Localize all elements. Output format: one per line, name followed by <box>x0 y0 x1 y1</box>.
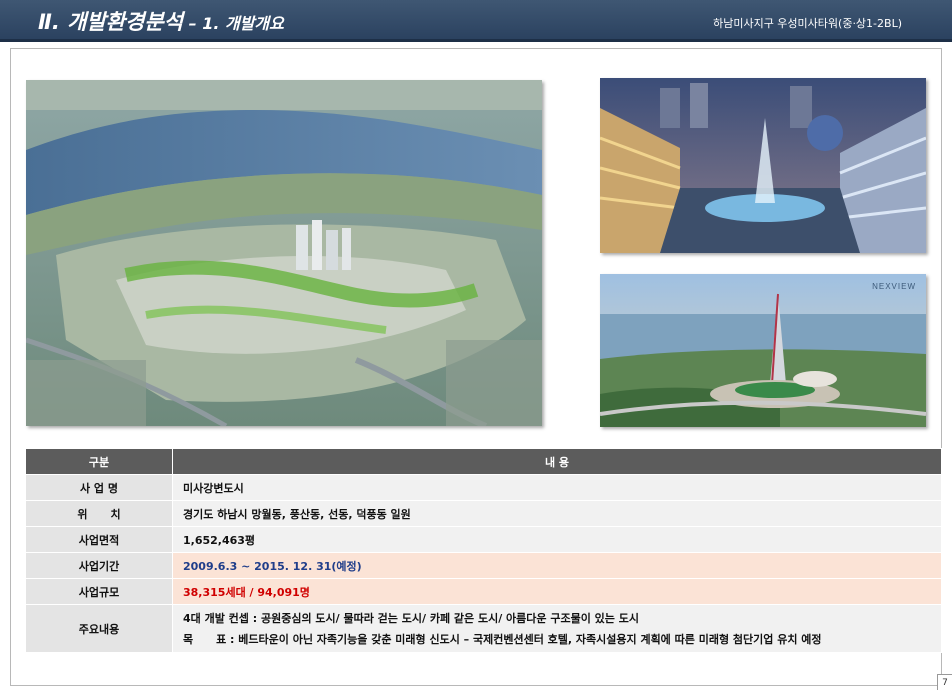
nexview-logo: NEXVIEW <box>872 282 916 291</box>
header-content: 내 용 <box>172 448 942 475</box>
row-label: 사 업 명 <box>25 474 173 501</box>
row-label: 사업규모 <box>25 578 173 605</box>
section-subtitle: – 1. 개발개요 <box>183 14 284 33</box>
content-line: 목 표 : 베드타운이 아닌 자족기능을 갖춘 미래형 신도시 – 국제컨벤션센… <box>183 632 822 646</box>
development-overview-table: 구분 내 용 사 업 명 미사강변도시 위 치 경기도 하남시 망월동, 풍산동… <box>25 448 942 653</box>
table-row: 사업규모 38,315세대 / 94,091명 <box>25 578 942 605</box>
page-number: 7 <box>937 674 952 690</box>
row-value: 1,652,463평 <box>172 526 942 553</box>
site-name: 하남미사지구 우성미사타워(중·상1-2BL) <box>713 17 902 30</box>
row-label: 사업면적 <box>25 526 173 553</box>
page-header: Ⅱ. 개발환경분석 – 1. 개발개요 하남미사지구 우성미사타워(중·상1-2… <box>0 0 952 42</box>
table-header-row: 구분 내 용 <box>25 448 942 475</box>
row-value: 경기도 하남시 망월동, 풍산동, 선동, 덕풍동 일원 <box>172 500 942 527</box>
tower-rendering-image: NEXVIEW <box>600 274 926 427</box>
section-title: Ⅱ. 개발환경분석 <box>38 10 184 34</box>
plaza-rendering-image <box>600 78 926 253</box>
aerial-city-image <box>26 80 542 426</box>
content-line: 4대 개발 컨셉 : 공원중심의 도시/ 물따라 걷는 도시/ 카페 같은 도시… <box>183 611 639 625</box>
row-label: 위 치 <box>25 500 173 527</box>
table-row: 주요내용 4대 개발 컨셉 : 공원중심의 도시/ 물따라 걷는 도시/ 카페 … <box>25 604 942 653</box>
row-value: 4대 개발 컨셉 : 공원중심의 도시/ 물따라 걷는 도시/ 카페 같은 도시… <box>172 604 942 653</box>
table-row: 사업면적 1,652,463평 <box>25 526 942 553</box>
table-row: 위 치 경기도 하남시 망월동, 풍산동, 선동, 덕풍동 일원 <box>25 500 942 527</box>
header-category: 구분 <box>25 448 173 475</box>
row-label: 사업기간 <box>25 552 173 579</box>
table-row: 사업기간 2009.6.3 ~ 2015. 12. 31(예정) <box>25 552 942 579</box>
table-row: 사 업 명 미사강변도시 <box>25 474 942 501</box>
row-value: 38,315세대 / 94,091명 <box>172 578 942 605</box>
row-value: 미사강변도시 <box>172 474 942 501</box>
row-value: 2009.6.3 ~ 2015. 12. 31(예정) <box>172 552 942 579</box>
row-label: 주요내용 <box>25 604 173 653</box>
page-title: Ⅱ. 개발환경분석 – 1. 개발개요 <box>38 6 284 36</box>
